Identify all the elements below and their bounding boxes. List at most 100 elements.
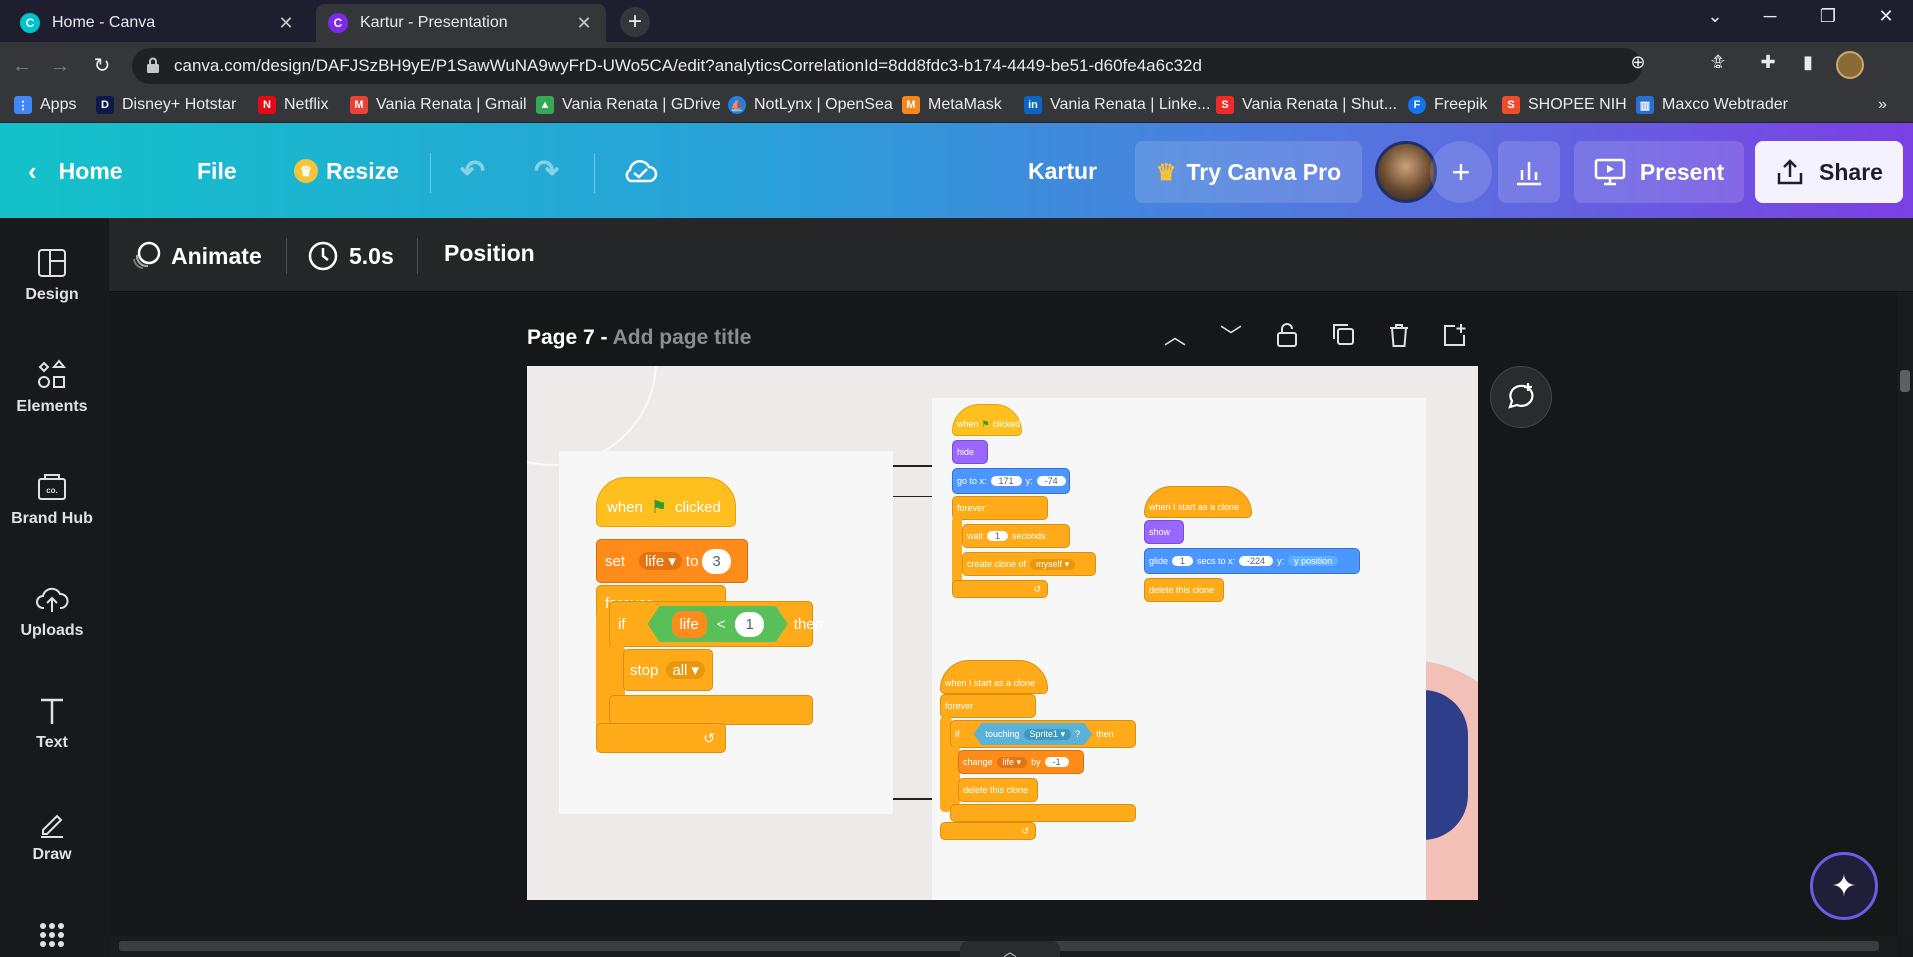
metamask-icon: M [902,96,920,114]
bookmark-label: Freepik [1434,96,1488,113]
side-panel-icon[interactable]: ▮ [1794,52,1822,73]
bookmark-opensea[interactable]: ⛵ NotLynx | OpenSea [728,96,893,114]
star-icon[interactable]: ☆ [1704,52,1732,73]
freepik-icon: F [1408,96,1426,114]
variable-dropdown: life ▾ [639,552,682,570]
block-text: Sprite1 [1029,728,1059,739]
bookmark-linkedin[interactable]: in Vania Renata | Linke... [1024,96,1210,114]
user-avatar[interactable] [1375,141,1437,203]
sidebar-item-brand-hub[interactable]: co. Brand Hub [0,470,104,528]
browser-tab-home[interactable]: C Home - Canva ✕ [8,4,308,42]
hide-block: hide [952,440,988,464]
create-clone-block: create clone of myself ▾ [962,552,1096,576]
bookmark-gmail[interactable]: M Vania Renata | Gmail [350,96,527,114]
sidebar-item-draw[interactable]: Draw [0,806,104,864]
bookmark-metamask[interactable]: M MetaMask [902,96,1002,114]
forever-block: forever [952,496,1048,520]
block-text: touching [985,729,1020,739]
block-text: if [618,615,626,633]
block-text: seconds [1012,531,1046,541]
redo-icon[interactable]: ↷ [534,151,559,191]
slide-canvas[interactable]: when ⚑ clicked set life ▾ to 3 forever i… [527,366,1478,900]
profile-avatar[interactable] [1836,51,1864,79]
bookmark-label: Vania Renata | Gmail [376,96,527,113]
extensions-puzzle-icon[interactable]: ✚ [1754,52,1782,73]
bookmark-netflix[interactable]: N Netflix [258,96,328,114]
vertical-scrollbar[interactable] [1897,292,1913,936]
add-comment-button[interactable] [1490,366,1552,428]
bookmark-freepik[interactable]: F Freepik [1408,96,1487,114]
sprite-dropdown: Sprite1 ▾ [1024,729,1072,740]
insights-chart-icon[interactable] [1498,141,1560,203]
sidebar-item-uploads[interactable]: Uploads [0,582,104,640]
scratch-script-image-1[interactable]: when ⚑ clicked set life ▾ to 3 forever i… [559,451,893,814]
close-tab-icon[interactable]: ✕ [276,13,296,34]
lock-page-icon[interactable] [1272,322,1302,352]
resize-button[interactable]: ♛ Resize [294,151,399,191]
bookmark-gdrive[interactable]: ▲ Vania Renata | GDrive [536,96,721,114]
design-title[interactable]: Kartur [1028,151,1097,191]
file-menu-button[interactable]: File [197,151,237,191]
share-button[interactable]: Share [1755,141,1903,203]
bookmark-apps[interactable]: ⋮ Apps [14,96,76,114]
forever-block: forever [940,694,1036,718]
sidebar-item-design[interactable]: Design [0,246,104,304]
more-bookmarks-icon[interactable]: » [1878,96,1887,114]
bookmark-label: Maxco Webtrader [1662,96,1788,113]
minimize-icon[interactable]: ─ [1748,6,1792,27]
bookmark-shutterstock[interactable]: S Vania Renata | Shut... [1216,96,1397,114]
value-input: -224 [1239,556,1274,566]
expand-pages-panel-icon[interactable]: ︿ [960,941,1060,957]
position-button[interactable]: Position [444,240,535,267]
canva-favicon-icon: C [328,13,348,33]
block-text: show [1149,527,1171,537]
animate-button[interactable]: Animate [131,240,262,272]
sidebar-item-elements[interactable]: Elements [0,358,104,416]
block-text: life [645,553,665,570]
bookmark-maxco[interactable]: ▥ Maxco Webtrader [1636,96,1788,114]
home-button[interactable]: ‹ Home [28,151,123,191]
header-divider [594,153,595,193]
delete-clone-block: delete this clone [958,778,1038,802]
close-window-icon[interactable]: ✕ [1864,6,1908,27]
bookmark-hotstar[interactable]: D Disney+ Hotstar [96,96,236,114]
restore-icon[interactable]: ❐ [1806,6,1850,27]
address-bar[interactable]: canva.com/design/DAFJSzBH9yE/P1SawWuNA9w… [132,48,1642,84]
scrollbar-thumb[interactable] [1900,370,1910,392]
new-tab-button[interactable]: + [620,7,650,37]
try-canva-pro-button[interactable]: ♛ Try Canva Pro [1135,141,1362,203]
add-collaborator-button[interactable]: + [1430,141,1492,203]
stop-dropdown: all ▾ [666,661,706,679]
tab-search-chevron-icon[interactable]: ⌄ [1693,6,1737,27]
move-page-down-icon[interactable]: ﹀ [1216,322,1246,352]
cloud-saved-icon[interactable] [622,151,658,191]
reload-icon[interactable]: ↻ [88,52,116,80]
browser-tab-kartur[interactable]: C Kartur - Presentation ✕ [316,4,606,42]
block-text: secs to x: [1197,556,1236,566]
animate-label: Animate [171,242,262,269]
undo-icon[interactable]: ↶ [460,151,485,191]
scratch-script-image-2[interactable]: when ⚑ clicked hide go to x: 171 y: -74 … [932,398,1426,900]
move-page-up-icon[interactable]: ︿ [1160,322,1190,352]
header-divider [430,153,431,193]
page-title[interactable]: Page 7 - Add page title [527,326,751,350]
bookmark-shopee[interactable]: S SHOPEE NIH [1502,96,1627,114]
back-icon[interactable]: ← [8,52,36,80]
block-text: hide [957,447,975,457]
context-toolbar: Animate 5.0s Position [109,218,1913,292]
forward-icon[interactable]: → [46,52,74,80]
present-button[interactable]: Present [1574,141,1744,203]
delete-page-icon[interactable] [1384,322,1414,352]
block-text: by [1031,757,1041,767]
close-tab-icon[interactable]: ✕ [574,13,594,34]
block-text: < [716,615,726,633]
duration-button[interactable]: 5.0s [307,240,394,272]
sidebar-item-text[interactable]: Text [0,694,104,752]
block-text: when [957,419,979,429]
zoom-icon[interactable]: ⊕ [1624,52,1652,73]
add-page-icon[interactable] [1440,322,1470,352]
magic-sparkle-button[interactable]: ✦ [1810,852,1878,920]
apps-more-icon[interactable] [0,918,104,957]
green-flag-icon: ⚑ [650,496,667,517]
duplicate-page-icon[interactable] [1328,322,1358,352]
